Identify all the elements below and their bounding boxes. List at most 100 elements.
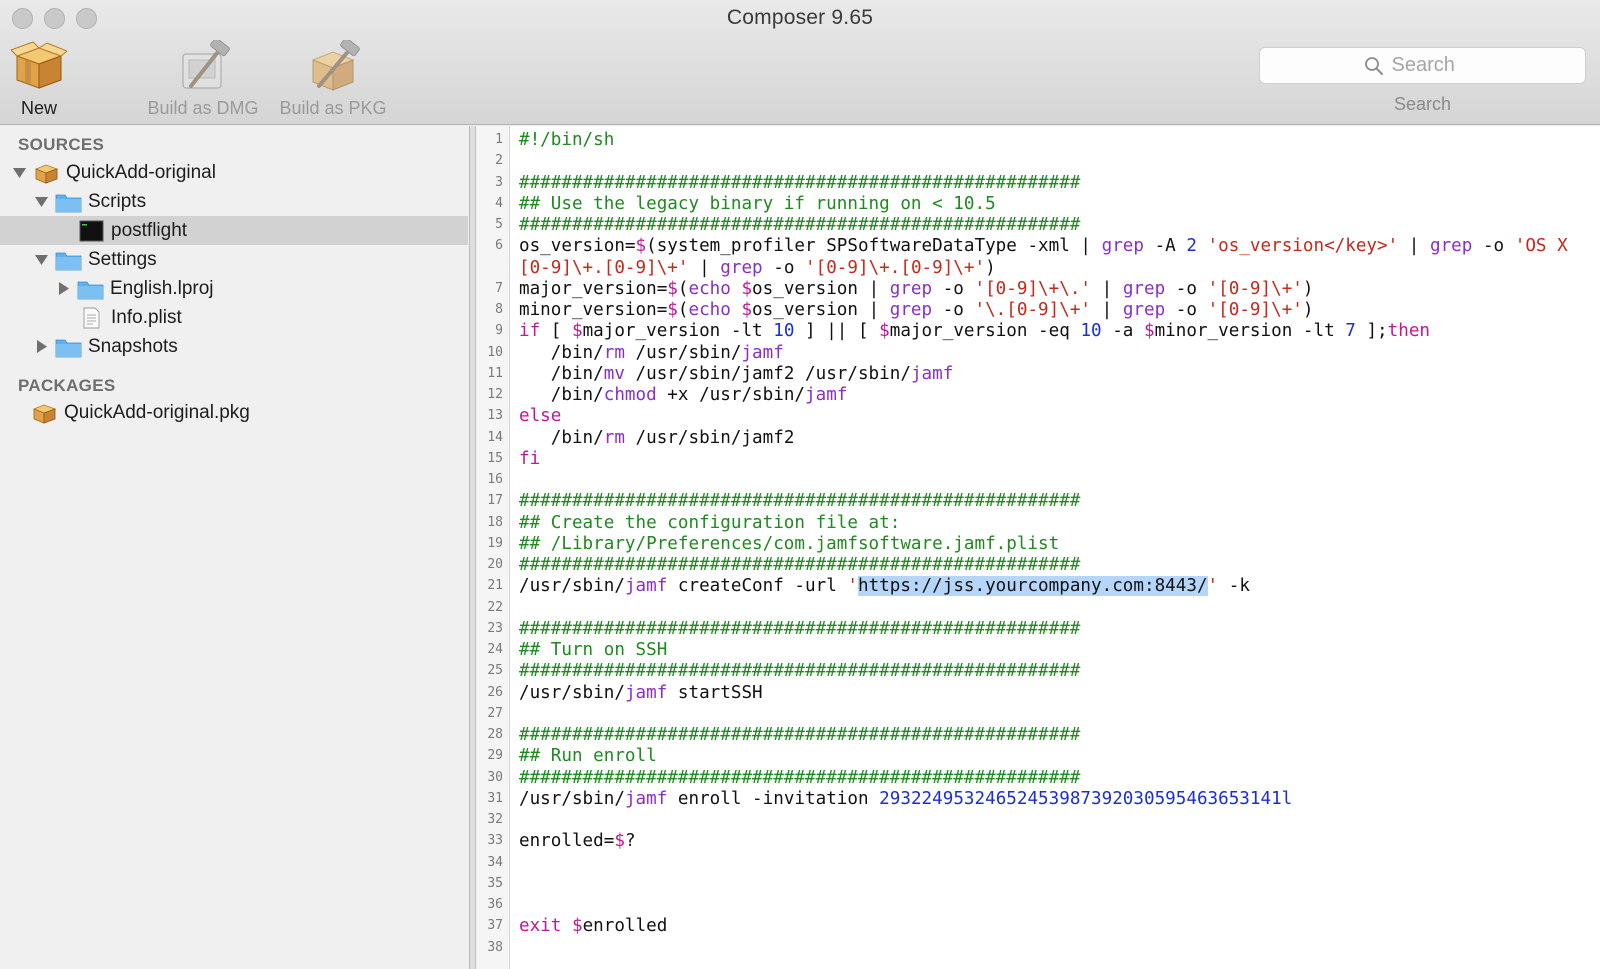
sidebar-item-label: QuickAdd-original.pkg <box>64 401 250 423</box>
sidebar-item-label: Scripts <box>88 190 147 212</box>
search-input[interactable] <box>1391 54 1482 77</box>
code-line[interactable]: 38 <box>477 938 1600 959</box>
disclosure-down-icon[interactable] <box>33 252 49 268</box>
sidebar-item-english-lproj[interactable]: English.lproj <box>0 274 468 303</box>
code-line[interactable]: 2 <box>477 151 1600 172</box>
code-line[interactable]: 33 enrolled=$? <box>477 831 1600 852</box>
sidebar-item-quickadd-original[interactable]: QuickAdd-original <box>0 158 468 187</box>
code-line[interactable]: 14 /bin/rm /usr/sbin/jamf2 <box>477 428 1600 449</box>
code-token: '[0-9]\+' <box>1207 278 1303 299</box>
disclosure-down-icon[interactable] <box>11 165 27 181</box>
code-line[interactable]: 12 /bin/chmod +x /usr/sbin/jamf <box>477 385 1600 406</box>
code-token: | <box>1091 300 1123 320</box>
line-number: 33 <box>487 833 503 849</box>
code-line[interactable]: 34 <box>477 853 1600 874</box>
code-line[interactable]: 18 ## Create the configuration file at: <box>477 513 1600 534</box>
sidebar: SOURCES QuickAdd-original Scripts postfl… <box>0 126 470 969</box>
code-token: ] || [ <box>794 321 880 342</box>
code-token: ## Turn on SSH <box>519 640 668 660</box>
line-number: 6 <box>495 238 503 254</box>
code-line[interactable]: 27 <box>477 704 1600 725</box>
new-button[interactable]: New <box>10 40 68 119</box>
code-token: ## Create the configuration file at: <box>519 512 901 533</box>
disclosure-right-icon[interactable] <box>33 339 49 355</box>
build-as-pkg-button[interactable]: Build as PKG <box>270 40 396 119</box>
code-token: ########################################… <box>519 555 1081 575</box>
code-line[interactable]: 35 <box>477 874 1600 895</box>
sidebar-item-info-plist[interactable]: Info.plist <box>0 303 468 332</box>
code-token: grep <box>889 278 933 299</box>
code-line[interactable]: 17 ######################################… <box>477 491 1600 512</box>
sidebar-item-snapshots[interactable]: Snapshots <box>0 332 468 361</box>
code-token: $ <box>571 916 583 937</box>
code-text: /bin/mv /usr/sbin/jamf2 /usr/sbin/jamf <box>519 364 1594 385</box>
line-number: 30 <box>487 769 503 785</box>
code-line[interactable]: 19 ## /Library/Preferences/com.jamfsoftwa… <box>477 534 1600 555</box>
line-number: 2 <box>495 153 503 169</box>
code-line[interactable]: 9 if [ $major_version -lt 10 ] || [ $majo… <box>477 321 1600 342</box>
code-token: '[0-9]\+\.' <box>974 278 1092 299</box>
code-line[interactable]: 3 #######################################… <box>477 173 1600 194</box>
sidebar-item-settings[interactable]: Settings <box>0 245 468 274</box>
sidebar-item-scripts[interactable]: Scripts <box>0 187 468 216</box>
code-line[interactable]: 24 ## Turn on SSH <box>477 640 1600 661</box>
code-line[interactable]: 36 <box>477 895 1600 916</box>
code-line[interactable]: 32 <box>477 810 1600 831</box>
code-line[interactable]: 5 #######################################… <box>477 215 1600 236</box>
code-lines: 1 #!/bin/sh 2 3 ############################… <box>477 130 1600 959</box>
code-line[interactable]: 8 minor_version=$(echo $os_version | grep… <box>477 300 1600 321</box>
code-line[interactable]: 25 ######################################… <box>477 661 1600 682</box>
code-line[interactable]: 29 ## Run enroll <box>477 746 1600 767</box>
code-token: jamf <box>910 363 954 384</box>
code-token: jamf <box>624 576 668 597</box>
code-line[interactable]: 6 os_version=$(system_profiler SPSoftware… <box>477 236 1600 279</box>
code-line[interactable]: 28 ######################################… <box>477 725 1600 746</box>
code-token: 'os_version</key>' <box>1207 236 1399 257</box>
code-line[interactable]: 16 <box>477 470 1600 491</box>
split-view-divider[interactable] <box>470 126 476 969</box>
code-line[interactable]: 37 exit $enrolled <box>477 916 1600 937</box>
code-token: 'OS X <box>1514 236 1568 257</box>
code-token: -o <box>932 278 975 299</box>
build-as-dmg-button[interactable]: Build as DMG <box>142 40 264 119</box>
code-line[interactable]: 15 fi <box>477 449 1600 470</box>
code-token: ( <box>677 300 689 320</box>
code-line[interactable]: 11 /bin/mv /usr/sbin/jamf2 /usr/sbin/jam… <box>477 364 1600 385</box>
code-token: 10 <box>1080 321 1102 342</box>
code-line[interactable]: 1 #!/bin/sh <box>477 130 1600 151</box>
search-field[interactable] <box>1259 47 1586 84</box>
script-editor[interactable]: 1 #!/bin/sh 2 3 ############################… <box>477 126 1600 969</box>
code-line[interactable]: 20 ######################################… <box>477 555 1600 576</box>
code-token: ########################################… <box>519 491 1081 512</box>
sidebar-item-label: Settings <box>88 248 157 270</box>
code-text: ########################################… <box>519 661 1594 682</box>
line-number: 34 <box>487 854 503 870</box>
code-line[interactable]: 7 major_version=$(echo $os_version | grep… <box>477 279 1600 300</box>
sidebar-item-postflight[interactable]: postflight <box>0 216 468 245</box>
disclosure-right-icon[interactable] <box>55 281 71 297</box>
line-number: 16 <box>487 472 503 487</box>
code-token: -a <box>1101 321 1144 342</box>
package-icon <box>11 41 67 89</box>
code-line[interactable]: 13 else <box>477 406 1600 427</box>
code-token: os_version | <box>752 278 890 299</box>
code-line[interactable]: 23 ######################################… <box>477 619 1600 640</box>
code-line[interactable]: 22 <box>477 598 1600 619</box>
code-token: [0-9]\+.[0-9]\+' <box>519 257 689 278</box>
code-text: ########################################… <box>519 725 1594 746</box>
disclosure-down-icon[interactable] <box>33 194 49 210</box>
code-token: ? <box>624 831 636 852</box>
code-line[interactable]: 4 ## Use the legacy binary if running on … <box>477 194 1600 215</box>
code-line[interactable]: 26/usr/sbin/jamf startSSH <box>477 683 1600 704</box>
code-token: if <box>519 321 541 342</box>
code-line[interactable]: 10 /bin/rm /usr/sbin/jamf <box>477 343 1600 364</box>
line-number: 24 <box>487 642 503 657</box>
sidebar-item-quickadd-pkg[interactable]: QuickAdd-original.pkg <box>0 398 468 427</box>
code-token: $ <box>571 321 583 342</box>
code-text: /bin/chmod +x /usr/sbin/jamf <box>519 385 1594 406</box>
code-token: $ <box>1144 321 1155 342</box>
code-line[interactable]: 21/usr/sbin/jamf createConf -url 'https:… <box>477 576 1600 597</box>
code-token: major_version= <box>519 278 668 299</box>
code-line[interactable]: 30 ######################################… <box>477 768 1600 789</box>
code-line[interactable]: 31/usr/sbin/jamf enroll -invitation 2932… <box>477 789 1600 810</box>
